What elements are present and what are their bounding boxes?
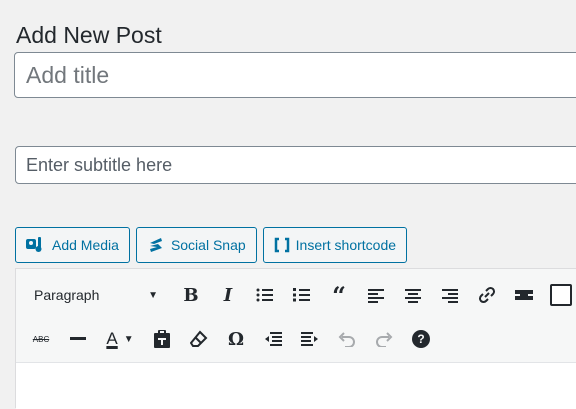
text-color-icon: A bbox=[106, 329, 118, 348]
strikethrough-icon: ABC bbox=[32, 334, 50, 344]
add-media-icon bbox=[26, 236, 46, 254]
insert-link-button[interactable] bbox=[472, 280, 502, 310]
classic-editor: Paragraph ▼ B I “ ABC A ▼ Ω ? bbox=[15, 268, 576, 409]
blockquote-icon: “ bbox=[332, 280, 346, 310]
special-character-icon: Ω bbox=[227, 328, 245, 350]
social-snap-label: Social Snap bbox=[170, 237, 246, 253]
italic-button[interactable]: I bbox=[213, 280, 243, 310]
read-more-icon bbox=[515, 290, 533, 300]
insert-shortcode-label: Insert shortcode bbox=[295, 237, 397, 253]
add-media-button[interactable]: Add Media bbox=[15, 227, 130, 263]
social-snap-button[interactable]: Social Snap bbox=[135, 227, 257, 263]
paste-as-text-icon bbox=[154, 330, 170, 348]
post-title-input[interactable] bbox=[14, 52, 576, 98]
clear-formatting-button[interactable] bbox=[184, 324, 214, 354]
paste-as-text-button[interactable] bbox=[147, 324, 177, 354]
editor-toolbar: Paragraph ▼ B I “ ABC A ▼ Ω ? bbox=[16, 269, 576, 363]
help-button[interactable]: ? bbox=[406, 324, 436, 354]
clear-formatting-icon bbox=[190, 330, 208, 347]
horizontal-line-button[interactable] bbox=[63, 324, 93, 354]
align-right-button[interactable] bbox=[435, 280, 465, 310]
bold-icon: B bbox=[183, 284, 199, 306]
link-icon bbox=[478, 286, 496, 304]
bulleted-list-icon bbox=[256, 288, 273, 302]
indent-icon bbox=[301, 332, 318, 346]
bold-button[interactable]: B bbox=[176, 280, 206, 310]
media-buttons: Add Media Social Snap Insert shortcode bbox=[15, 227, 408, 263]
blockquote-button[interactable]: “ bbox=[324, 280, 354, 310]
social-snap-icon bbox=[147, 236, 165, 254]
indent-button[interactable] bbox=[295, 324, 325, 354]
paragraph-format-select[interactable]: Paragraph ▼ bbox=[26, 280, 166, 310]
post-subtitle-input[interactable] bbox=[15, 146, 576, 184]
insert-shortcode-button[interactable]: Insert shortcode bbox=[262, 227, 408, 263]
shortcode-brackets-icon bbox=[274, 237, 290, 253]
toolbar-toggle-icon bbox=[550, 284, 572, 306]
redo-icon bbox=[376, 332, 393, 347]
align-left-button[interactable] bbox=[361, 280, 391, 310]
read-more-button[interactable] bbox=[509, 280, 539, 310]
toolbar-row-2: ABC A ▼ Ω ? bbox=[16, 322, 443, 356]
numbered-list-icon bbox=[293, 288, 310, 302]
text-color-dropdown-icon: ▼ bbox=[123, 333, 134, 345]
outdent-icon bbox=[265, 332, 282, 346]
undo-icon bbox=[338, 332, 355, 347]
bulleted-list-button[interactable] bbox=[250, 280, 280, 310]
align-left-icon bbox=[368, 289, 384, 303]
special-character-button[interactable]: Ω bbox=[221, 324, 251, 354]
format-select-value: Paragraph bbox=[34, 287, 100, 303]
toolbar-toggle-button[interactable] bbox=[546, 280, 576, 310]
outdent-button[interactable] bbox=[258, 324, 288, 354]
editor-content-area[interactable] bbox=[16, 363, 576, 409]
text-color-button[interactable]: A ▼ bbox=[100, 324, 140, 354]
horizontal-line-icon bbox=[70, 337, 86, 340]
strikethrough-button[interactable]: ABC bbox=[26, 324, 56, 354]
undo-button[interactable] bbox=[332, 324, 362, 354]
add-media-label: Add Media bbox=[52, 237, 119, 253]
chevron-down-icon: ▼ bbox=[148, 289, 158, 301]
redo-button[interactable] bbox=[369, 324, 399, 354]
page-title: Add New Post bbox=[16, 22, 162, 49]
help-icon: ? bbox=[412, 330, 430, 348]
numbered-list-button[interactable] bbox=[287, 280, 317, 310]
toolbar-row-1: Paragraph ▼ B I “ bbox=[16, 278, 576, 312]
align-right-icon bbox=[442, 289, 458, 303]
align-center-button[interactable] bbox=[398, 280, 428, 310]
align-center-icon bbox=[405, 289, 421, 303]
italic-icon: I bbox=[223, 284, 233, 306]
